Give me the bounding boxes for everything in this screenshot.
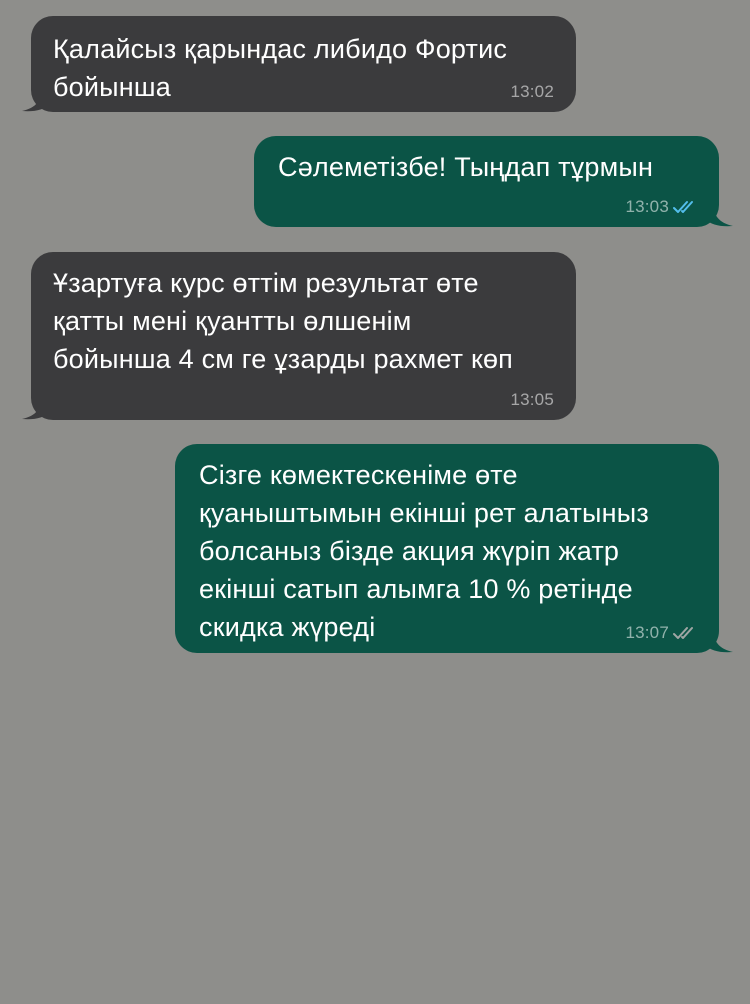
message-time: 13:02: [510, 82, 554, 101]
message-text: Ұзартуға курс өттім результат өте қатты …: [53, 268, 513, 374]
message-meta: 13:07: [625, 623, 697, 643]
message-meta: 13:02: [510, 82, 554, 102]
message-time: 13:03: [625, 197, 669, 216]
message-meta: 13:05: [510, 390, 554, 410]
message-bubble-incoming[interactable]: Қалайсыз қарындас либидо Фортис бойынша …: [31, 16, 576, 112]
message-bubble-incoming[interactable]: Ұзартуға курс өттім результат өте қатты …: [31, 252, 576, 420]
message-time: 13:07: [625, 623, 669, 642]
chat-thread: Қалайсыз қарындас либидо Фортис бойынша …: [0, 0, 750, 1004]
message-time: 13:05: [510, 390, 554, 409]
message-meta: 13:03: [625, 197, 697, 217]
message-bubble-outgoing[interactable]: Сізге көмектескеніме өте қуаныштымын екі…: [175, 444, 719, 653]
message-text: Қалайсыз қарындас либидо Фортис бойынша: [53, 34, 508, 102]
message-text: Сәлеметізбе! Тыңдап тұрмын: [278, 152, 654, 182]
double-check-read-icon: [673, 201, 693, 213]
double-check-delivered-icon: [673, 627, 693, 639]
message-bubble-outgoing[interactable]: Сәлеметізбе! Тыңдап тұрмын 13:03: [254, 136, 719, 227]
message-text: Сізге көмектескеніме өте қуаныштымын екі…: [199, 460, 649, 642]
